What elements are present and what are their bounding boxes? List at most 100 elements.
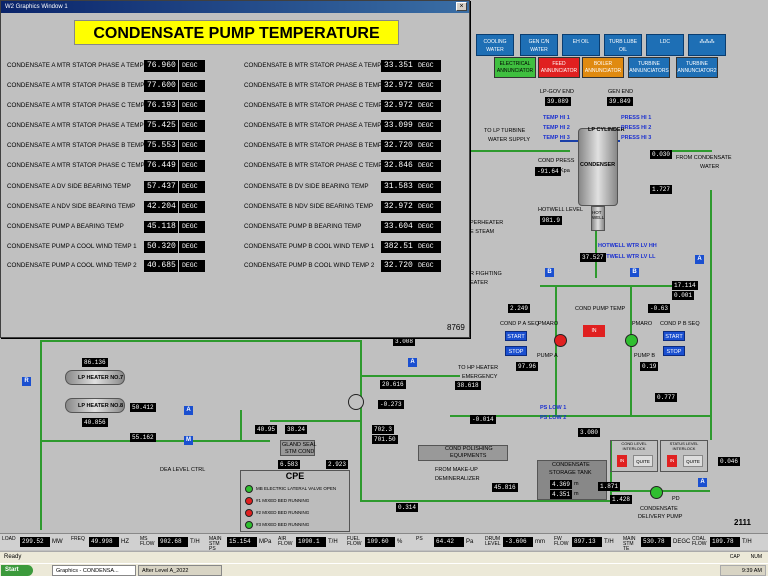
annunciator-button[interactable]: TURBINE ANNUNCIATOR2 [676,57,718,78]
taskbar: Start Graphics - CONDENSA... After Level… [0,563,768,576]
emergency-label: EMERGENCY [462,374,498,380]
top-nav-grid-button[interactable]: ⁂⁂⁂ [688,34,726,56]
temp-value: 32.720 [381,260,415,272]
temp-hi3-label: TEMP HI 3 [543,135,570,141]
lp-heater-7-value: 86.136 [82,358,108,367]
temp-value: 32.846 [381,160,415,172]
seq-in-button[interactable]: IN [583,325,605,337]
cpe-item-label: #3 MIXED BED RUNNING [256,522,310,528]
dea-level-label[interactable]: DEA LEVEL CTRL [160,467,205,473]
delivery-pump-indicator[interactable] [650,486,663,499]
equipments-label: EQUIPMENTS [450,453,487,459]
popup-window[interactable]: W2 Graphics Window 1 × CONDENSATE PUMP T… [0,0,470,338]
cpe-status-indicator [245,485,253,493]
popup-titlebar[interactable]: W2 Graphics Window 1 × [1,1,469,13]
temp-value: 57.437 [144,181,178,193]
value-7023: 702.3 [372,425,395,434]
cpe-item-label: #2 MIXED BED RUNNING [256,510,310,516]
cond-level-interlock-label: COND LEVEL INTERLOCK [621,441,647,451]
pump-a-value: 97.96 [516,362,539,371]
pump-a-stop-button[interactable]: STOP [505,346,527,356]
annunciator-button[interactable]: ELECTRICAL ANNUNCIATOR [494,57,536,78]
close-button[interactable]: × [456,2,467,11]
from-cond-value-2: 1.727 [650,185,673,194]
temp-value: 33.099 [381,120,415,132]
status-unit: % [397,539,403,545]
pump-a-indicator[interactable] [554,334,567,347]
cond-press-label: COND PRESS [538,158,575,164]
num-indicator: NUM [750,554,762,560]
to-hp-heater-label: TO HP HEATER [458,365,499,371]
cpe-title: CPE [285,471,305,481]
temp-label: CONDENSATE B MTR STATOR PHASE C TEMP 1 [244,102,388,109]
top-nav-button[interactable]: EH OIL [562,34,600,56]
status-label: LOAD [2,536,16,542]
temp-label: CONDENSATE A NDV SIDE BEARING TEMP [7,203,136,210]
gen-end-label: GEN END [608,89,634,95]
value-1871: 1.871 [598,482,621,491]
cpe-item: #2 MIXED BED RUNNING [245,509,309,517]
cpe-item-label: #1 MIXED BED RUNNING [256,498,310,504]
status-unit: MW [52,539,63,545]
valve-a-badge[interactable]: A [184,406,193,415]
top-nav-button[interactable]: TURB LUBE OIL [604,34,642,56]
cpe-panel: CPE MB ELECTRIC LATERAL VALVE OPEN #1 MIX… [240,470,350,532]
temp-unit: DEGC [179,160,205,172]
pump-b-indicator[interactable] [625,334,638,347]
hotwell-ll-label: HOTWELL WTR LV LL [598,254,656,260]
top-nav-button[interactable]: COOLING WATER [476,34,514,56]
pump-a-label: PUMP A [537,353,558,359]
temp-unit: DEGC [179,181,205,193]
value-3008: 3.008 [393,337,416,346]
start-button[interactable]: Start [1,565,33,576]
temp-unit: DEGC [415,120,441,132]
value-1428: 1.428 [610,495,633,504]
valve-b-badge[interactable]: B [630,268,639,277]
status-label: DRUM LEVEL [485,536,501,547]
pump-b-start-button[interactable]: START [663,331,685,341]
pump-b-stop-button[interactable]: STOP [663,346,685,356]
pump-a-start-button[interactable]: START [505,331,527,341]
temp-label: CONDENSATE B MTR STATOR PHASE A TEMP 1 [244,62,387,69]
annunciator-button[interactable]: TURBINE ANNUNCIATORS [628,57,670,78]
top-nav-button[interactable]: LDC [646,34,684,56]
ps-low2-label: PS LOW 2 [540,415,567,421]
temp-value: 75.553 [144,140,178,152]
valve-m-badge[interactable]: M [184,436,193,445]
valve-a-badge[interactable]: A [695,255,704,264]
cond-interlock-quite-button[interactable]: QUITE [633,455,653,467]
annunciator-button[interactable]: BOILER ANNUNCIATOR [582,57,624,78]
annunciator-button[interactable]: FEED ANNUNCIATOR [538,57,580,78]
valve-a-badge[interactable]: A [698,478,707,487]
screen-code: 2111 [734,518,751,527]
status-label: MAIN STM TE [623,536,636,552]
status-label: FUEL FLOW [347,536,362,547]
valve-b-badge[interactable]: B [545,268,554,277]
temp-unit: DEGC [415,100,441,112]
ready-bar: Ready CAP NUM [0,551,768,563]
status-value: 1090.1 [296,537,326,547]
taskbar-item-after-level[interactable]: After Level A_2022 [138,565,222,576]
lp-a-value: 50.412 [130,403,156,412]
taskbar-item-graphics[interactable]: Graphics - CONDENSA... [52,565,136,576]
value-4581: 45.816 [492,483,518,492]
status-label: AIR FLOW [278,536,293,547]
status-unit: Pa [466,539,474,545]
top-nav-button[interactable]: GEN C/N WATER [520,34,558,56]
temp-unit: DEGC [179,260,205,272]
temp-value: 75.425 [144,120,178,132]
valve-r-badge[interactable]: R [22,377,31,386]
valve-a-badge[interactable]: A [408,358,417,367]
temp-unit: DEGC [179,120,205,132]
status-interlock-in-button[interactable]: IN [667,455,677,467]
cond-pump-temp-label[interactable]: COND PUMP TEMP [575,306,625,312]
temp-value: 31.583 [381,181,415,193]
status-interlock-quite-button[interactable]: QUITE [683,455,703,467]
cond-interlock-in-button[interactable]: IN [617,455,627,467]
temp-label: CONDENSATE PUMP B COOL WIND TEMP 1 [244,243,375,250]
hotwell-hh-label: HOTWELL WTR LV HH [598,243,657,249]
stm-cond-label: STM COND [285,449,315,455]
temp-label: CONDENSATE B MTR STATOR PHASE A TEMP 2 [244,122,387,129]
cond-polishing-label: COND POLISHING [445,446,493,452]
cond-level-interlock-panel: COND LEVEL INTERLOCK IN QUITE [610,440,658,472]
